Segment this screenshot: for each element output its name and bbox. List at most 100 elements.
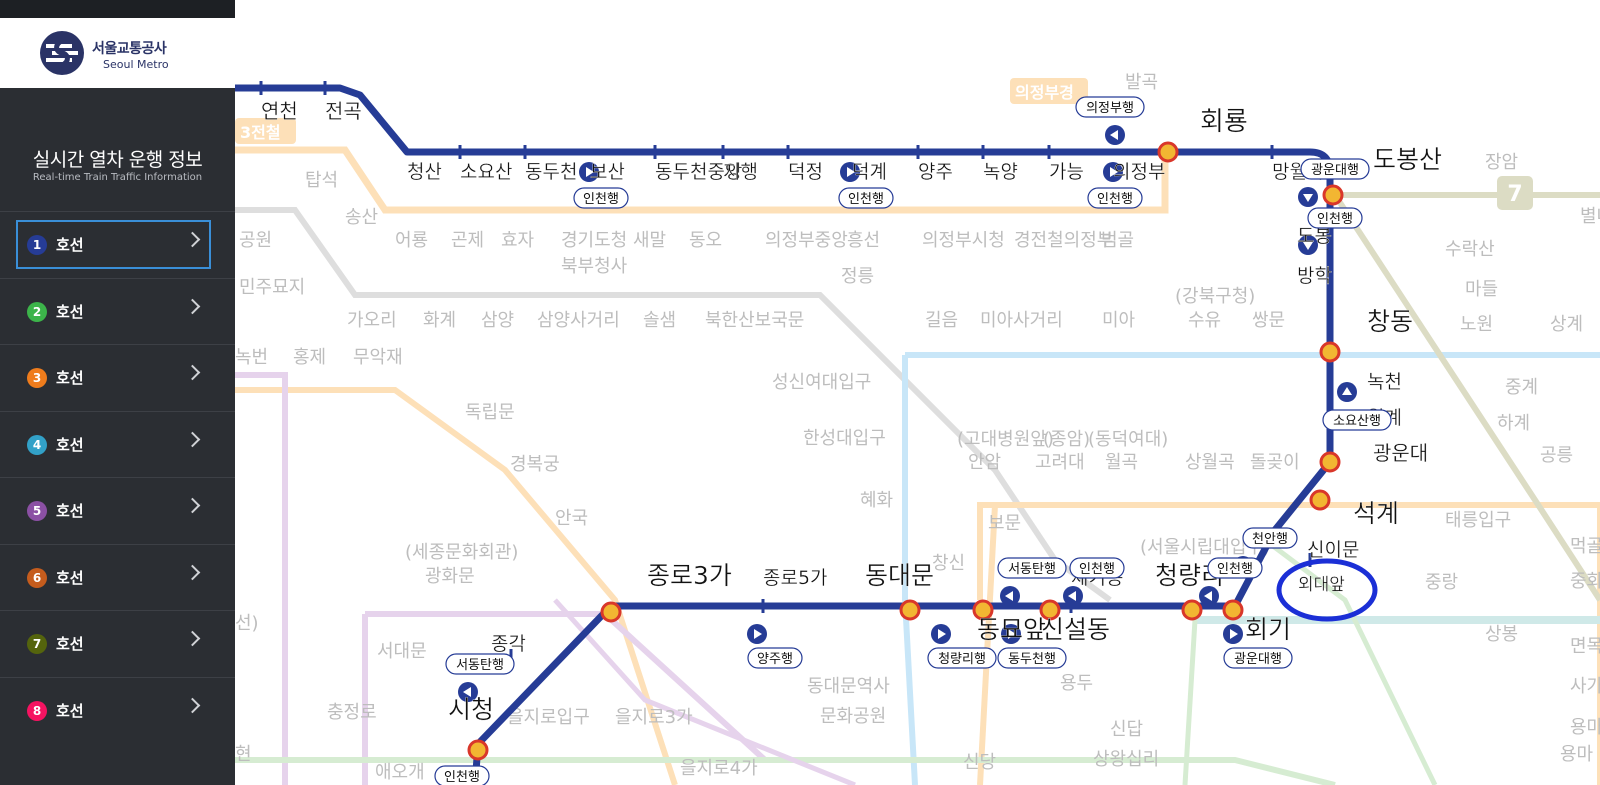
line-menu-label: 호선 [56,369,84,387]
line-menu-label: 호선 [56,568,84,587]
line-menu-item-8[interactable]: 8 호선 [0,676,235,743]
transfer-station-marker[interactable] [899,599,921,621]
station-label[interactable]: 동묘앞 [977,615,1046,644]
station-label[interactable]: 창동 [1367,307,1413,336]
route-map-canvas[interactable]: 7 탑석송산 발곡장암별내수락산마들노원 상계중계하계공릉태릉입구먹골중화 중랑상봉면… [235,0,1600,785]
station-label[interactable]: 외대앞 [1298,575,1346,595]
station-label[interactable]: 동두천 [525,161,578,183]
transfer-station-marker[interactable] [1181,599,1203,621]
sidebar-subtitle: Real-time Train Traffic Information [32,172,203,183]
faded-station-label: 효자 [501,230,535,251]
subway-map[interactable]: 7 탑석송산 발곡장암별내수락산마들노원 상계중계하계공릉태릉입구먹골중화 중랑상봉면… [235,0,1600,785]
seoul-metro-logo[interactable]: 서울교통공사 Seoul Metro [0,18,235,88]
transfer-station-marker[interactable] [1309,489,1331,511]
station-label[interactable]: 회기 [1245,615,1291,644]
station-label[interactable]: 양주 [918,161,953,183]
faded-station-label: 신당 [963,752,996,773]
station-label[interactable]: 동대문 [865,561,934,590]
line-menu-label: 호선 [56,502,84,520]
station-label[interactable]: 종각 [491,633,526,655]
faded-station-label: 삼양사거리 [537,310,620,331]
station-label[interactable]: 의정부 [1113,161,1166,183]
faded-station-label: 을지로4가 [680,758,758,779]
faded-station-label: 독립문 [465,402,515,423]
station-label[interactable]: 청산 [407,161,442,183]
transfer-station-marker[interactable] [1157,141,1179,163]
faded-station-label: 문화공원 [820,706,886,727]
seoul-metro-emblem-icon [40,31,84,75]
train-marker[interactable] [1223,624,1243,644]
train-marker[interactable] [1337,382,1357,402]
transfer-station-marker[interactable] [600,601,622,623]
transfer-station-marker[interactable] [1322,184,1344,206]
station-label[interactable]: 광운대 [1373,441,1429,465]
faded-station-label: 가오리 [347,310,397,331]
station-label[interactable]: 연천 [261,99,298,123]
station-label[interactable]: 회룡 [1200,107,1248,137]
station-label[interactable]: 녹천 [1367,371,1402,393]
direction-label: 인천행 [838,187,894,209]
station-label[interactable]: 석계 [1353,499,1399,528]
station-label[interactable]: 덕계 [852,161,887,183]
line-menu-item-5[interactable]: 5 호선 [0,477,235,543]
faded-station-label: 용두 [1060,673,1093,694]
station-label[interactable]: 가능 [1049,161,1084,183]
line-menu-item-6[interactable]: 6 호선 [0,543,235,610]
faded-station-label: 범골 [1101,230,1134,251]
direction-label: 천안행 [1242,527,1298,549]
station-label[interactable]: 도봉산 [1373,145,1442,174]
direction-label-text: 서동탄행 [456,657,504,673]
faded-station-label: 면목 [1570,636,1600,657]
line-menu-item-1[interactable]: 1 호선 [0,211,235,277]
faded-station-label: 민주묘지 [239,277,305,298]
direction-label-text: 천안행 [1252,531,1288,547]
line-menu-label: 호선 [56,435,84,454]
station-label[interactable]: 신설동 [1041,615,1110,644]
direction-label: 양주행 [747,647,803,669]
line-tag-text: 3전철 [240,123,281,142]
station-label[interactable]: 전곡 [325,99,362,123]
transfer-station-marker[interactable] [467,739,489,761]
station-label[interactable]: 녹양 [983,161,1018,183]
station-label[interactable]: 종로5가 [763,567,828,589]
faded-station-label: 중랑 [1425,572,1458,593]
direction-label: 서동탄행 [997,557,1067,579]
chevron-right-icon [184,431,201,447]
faded-station-label: 중화 [1570,571,1600,592]
faded-station-label: 의정부중앙 [765,230,848,251]
station-label[interactable]: 지행 [723,161,758,183]
direction-labels: 의정부행인천행 인천행 인천행광운대행인천행소요산행천안행인천행서동탄행 인천행양주행… [434,96,1392,785]
line-menu-item-2[interactable]: 2 호선 [0,277,235,344]
station-label[interactable]: 방학 [1297,265,1332,287]
transfer-station-marker[interactable] [1319,341,1341,363]
transfer-station-marker[interactable] [1222,599,1244,621]
train-marker[interactable] [1063,586,1083,606]
station-label[interactable]: 신이문 [1307,539,1360,561]
faded-station-label: 수유 [1188,310,1221,331]
faded-station-label: 성신여대입구 [772,372,871,393]
line-number-badge: 1 [27,235,47,255]
line-menu-item-7[interactable]: 7 호선 [0,610,235,676]
line-number-badge: 8 [27,700,47,721]
faded-station-label: 혜화 [860,490,893,511]
train-marker[interactable] [1298,187,1318,207]
faded-station-label: 을지로입구 [507,707,590,728]
direction-label: 인천행 [1087,187,1143,209]
train-marker[interactable] [931,624,951,644]
train-marker[interactable] [747,624,767,644]
faded-station-label: 정릉 [841,266,874,287]
station-label[interactable]: 덕정 [788,161,823,183]
train-marker[interactable] [1000,586,1020,606]
station-label[interactable]: 소요산 [460,161,513,183]
direction-label-text: 광운대행 [1311,162,1359,178]
train-marker[interactable] [1105,125,1125,145]
transfer-station-marker[interactable] [1319,451,1341,473]
sidebar-top-bar [0,0,235,18]
chevron-right-icon [184,630,201,647]
line-menu-item-3[interactable]: 3 호선 [0,344,235,410]
sidebar: 서울교통공사 Seoul Metro 실시간 열차 운행 정보 Real-tim… [0,0,235,785]
station-label[interactable]: 종로3가 [647,561,732,590]
station-label[interactable]: 보산 [590,161,625,183]
station-label[interactable]: 시청 [448,695,494,724]
line-menu-item-4[interactable]: 4 호선 [0,410,235,477]
